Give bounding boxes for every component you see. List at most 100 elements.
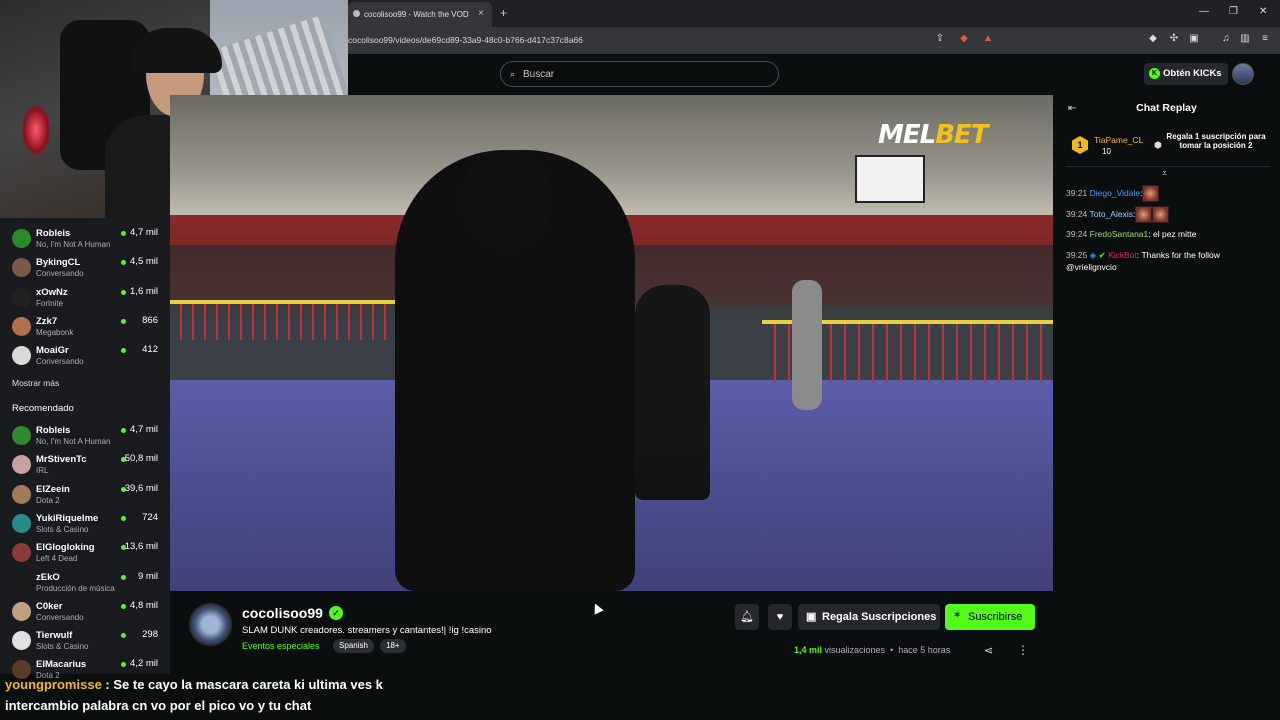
live-dot-icon [121,603,126,609]
user-avatar[interactable] [1232,63,1254,85]
viewer-count: 4,8 mil [130,599,158,611]
recommended-item[interactable]: Tierwulf Slots & Casino 298 [0,628,170,657]
viewer-count: 4,7 mil [130,424,158,435]
channel-category: Conversando [36,612,84,622]
following-item[interactable]: Robleis No, I'm Not A Human 4,7 mil [0,226,170,255]
channel-name: MoaiGr [36,345,69,357]
viewer-count: 9 mil [137,570,158,582]
rewards-icon[interactable]: ▲ [982,33,994,45]
viewer-count: 724 [142,511,158,523]
share-icon[interactable]: ⋖ [984,644,993,657]
recommended-item[interactable]: ElMacarius Dota 2 4,2 mil [0,657,170,686]
channel-category: No, I'm Not A Human [36,240,111,249]
emote-icon [1152,206,1170,223]
site-header [348,54,1280,95]
recommended-item[interactable]: ElGlogloking Left 4 Dead 13,6 mil [0,540,170,569]
category-link[interactable]: Eventos especiales [242,641,320,651]
pinned-user: TiaPame_CL [1094,135,1144,145]
share-page-icon[interactable]: ⇪ [934,33,946,45]
chat-username[interactable]: Diego_Vidale [1090,188,1140,198]
channel-category: Conversando [36,269,84,279]
streamer-avatar[interactable] [189,603,232,646]
viewer-count: 866 [142,314,158,326]
more-options-icon[interactable]: ⋮ [1017,643,1029,657]
channel-name: zEkO [36,571,60,583]
channel-category: Megabonk [36,327,74,337]
close-window-button[interactable]: ✕ [1259,6,1267,17]
viewer-count: 4,5 mil [130,256,158,268]
menu-icon[interactable]: ≡ [1259,33,1271,45]
recommended-item[interactable]: ElZeein Dota 2 39,6 mil [0,482,170,511]
url-text[interactable]: cocolisoo99/videos/de69cd89-33a9-48c0-b7… [348,35,583,45]
channel-category: Left 4 Dead [36,554,78,564]
media-icon[interactable]: ♫ [1220,33,1232,45]
search-input[interactable]: ⌕ Buscar [500,61,779,87]
chat-text: : Thanks for the follow [1136,250,1220,260]
chat-text: : el pez mitte [1148,229,1197,239]
video-player[interactable] [170,95,1053,591]
following-item[interactable]: MoaiGr Conversando 412 [0,343,170,372]
sponsor-main: MEL [878,120,936,150]
puzzle-icon[interactable]: ✣ [1168,33,1180,45]
viewer-count: 13,6 mil [124,541,158,553]
live-dot-icon [121,515,126,521]
browser-tab[interactable]: cocolisoo99 - Watch the VOD × [348,2,492,27]
following-item[interactable]: BykingCL Conversando 4,5 mil [0,255,170,284]
emote-icon [1135,206,1153,223]
recommended-item[interactable]: YukiRiquelme Slots & Casino 724 [0,511,170,540]
expand-pinned-icon[interactable]: ⩡ [1162,168,1167,179]
notification-bell-icon[interactable]: 🔔︎ [735,604,759,630]
recommended-item[interactable]: Robleis No, I'm Not A Human 4,7 mil [0,423,170,452]
channel-avatar [12,601,31,621]
recommended-item[interactable]: MrStivenTc IRL 50,8 mil [0,452,170,481]
chat-username[interactable]: KickBot [1108,250,1137,260]
brave-shield-icon[interactable]: ◆ [958,33,970,45]
wallet-icon[interactable]: ▣ [1188,33,1200,45]
minimize-button[interactable]: — [1199,6,1209,17]
channel-name: YukiRiquelme [36,512,99,524]
streamer-name[interactable]: cocolisoo99 [242,605,323,621]
get-kicks-button[interactable]: K Obtén KICKs [1144,63,1228,85]
chat-username[interactable]: FredoSantana1 [1090,229,1149,239]
channel-avatar [12,543,31,563]
rank-badge: 1 [1072,136,1088,154]
pinned-count: 10 [1102,147,1111,156]
channel-name: ElZeein [36,483,70,495]
maximize-button[interactable]: ❐ [1229,6,1238,17]
following-item[interactable]: Zzk7 Megabonk 866 [0,314,170,343]
live-dot-icon [121,574,126,580]
channel-name: Zzk7 [36,315,58,327]
basketball-hoop [855,155,925,203]
channel-category: IRL [36,466,49,476]
tab-close-icon[interactable]: × [478,8,484,19]
chat-username[interactable]: Toto_Alexis [1090,209,1133,219]
subscribe-button[interactable]: ✶ Suscribirse [945,604,1035,630]
follow-heart-icon[interactable]: ♥ [768,604,792,630]
chat-timestamp: 39:24 [1066,229,1088,239]
chat-title: Chat Replay [1136,102,1197,114]
channel-avatar [12,660,31,680]
viewer-count: 4,7 mil [130,227,158,238]
extension-icon[interactable]: ◆ [1147,33,1159,45]
channel-avatar [12,484,31,504]
chat-message: 39:24 FredoSantana1: el pez mitte [1066,228,1196,240]
channel-category: Slots & Casino [36,524,89,534]
new-tab-button[interactable]: + [500,6,507,20]
tag-language[interactable]: Spanish [333,639,374,653]
tag-mature[interactable]: 18+ [380,639,406,653]
channel-name: ElMacarius [36,659,87,671]
recommended-item[interactable]: C0ker Conversando 4,8 mil [0,599,170,628]
chat-timestamp: 39:25 [1066,250,1088,260]
channel-avatar [12,631,31,651]
search-icon: ⌕ [510,69,516,79]
recommended-item[interactable]: zEkO Producción de música 9 mil [0,570,170,599]
live-dot-icon [121,348,126,354]
show-more-link[interactable]: Mostrar más [12,378,59,388]
gift-subs-button[interactable]: ▣ Regala Suscripciones [798,604,940,630]
channel-category: Fortnite [36,298,64,308]
following-item[interactable]: xOwNz Fortnite 1,6 mil [0,285,170,314]
verified-badge-icon: ✓ [329,606,343,620]
channel-category: Slots & Casino [36,642,89,652]
gift-icon: ⬢ [1154,140,1162,150]
sidebar-toggle-icon[interactable]: ▥ [1239,33,1251,45]
